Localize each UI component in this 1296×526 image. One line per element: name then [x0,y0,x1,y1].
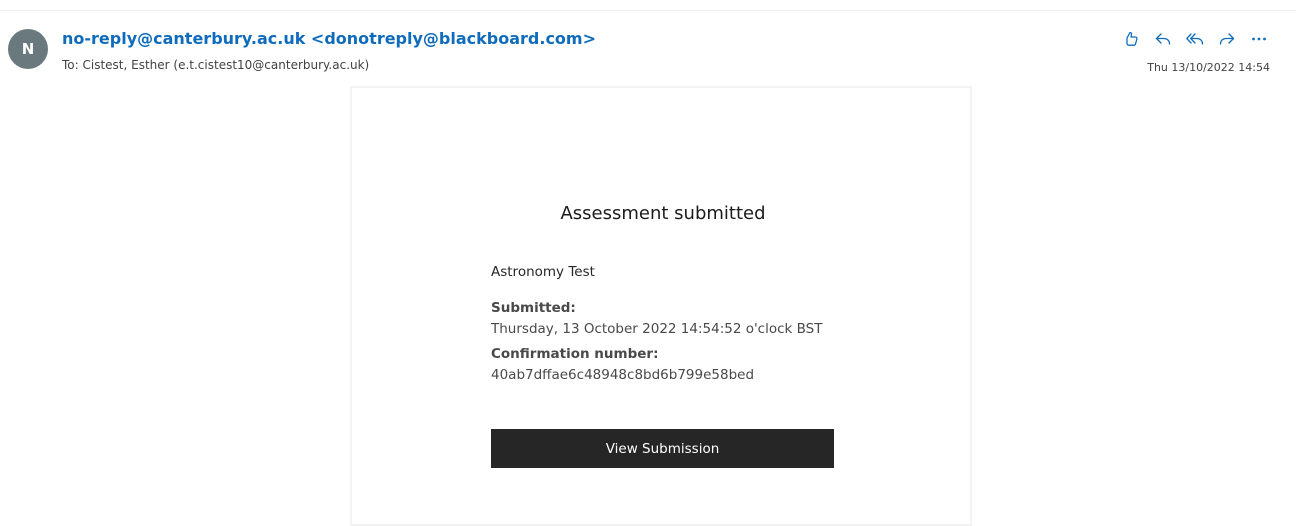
more-icon [1252,37,1266,41]
like-button[interactable] [1120,28,1142,50]
confirmation-value: 40ab7dffae6c48948c8bd6b799e58bed [491,367,755,383]
submitted-value: Thursday, 13 October 2022 14:54:52 o'clo… [491,321,823,337]
email-title: Assessment submitted [560,203,766,224]
view-submission-button[interactable]: View Submission [491,429,834,468]
sender-avatar[interactable]: N [8,29,48,69]
reply-button[interactable] [1152,28,1174,50]
test-name: Astronomy Test [491,264,595,280]
thumbs-up-icon [1126,31,1138,46]
more-actions-button[interactable] [1248,28,1270,50]
forward-button[interactable] [1216,28,1238,50]
recipient-line: To: Cistest, Esther (e.t.cistest10@cante… [62,58,370,72]
reply-icon [1155,33,1171,45]
submission-details: Astronomy Test Submitted: Thursday, 13 O… [491,264,891,392]
confirmation-label: Confirmation number: [491,346,659,362]
forward-icon [1219,33,1235,45]
header-divider [0,10,1296,11]
message-timestamp: Thu 13/10/2022 14:54 [1147,61,1270,74]
avatar-initial: N [21,40,35,58]
sender-address[interactable]: no-reply@canterbury.ac.uk <donotreply@bl… [62,29,596,48]
reply-all-button[interactable] [1184,28,1206,50]
email-body-card: Assessment submitted Astronomy Test Subm… [350,86,972,526]
message-actions [1120,28,1270,50]
reply-all-icon [1186,33,1204,45]
submitted-label: Submitted: [491,300,576,316]
